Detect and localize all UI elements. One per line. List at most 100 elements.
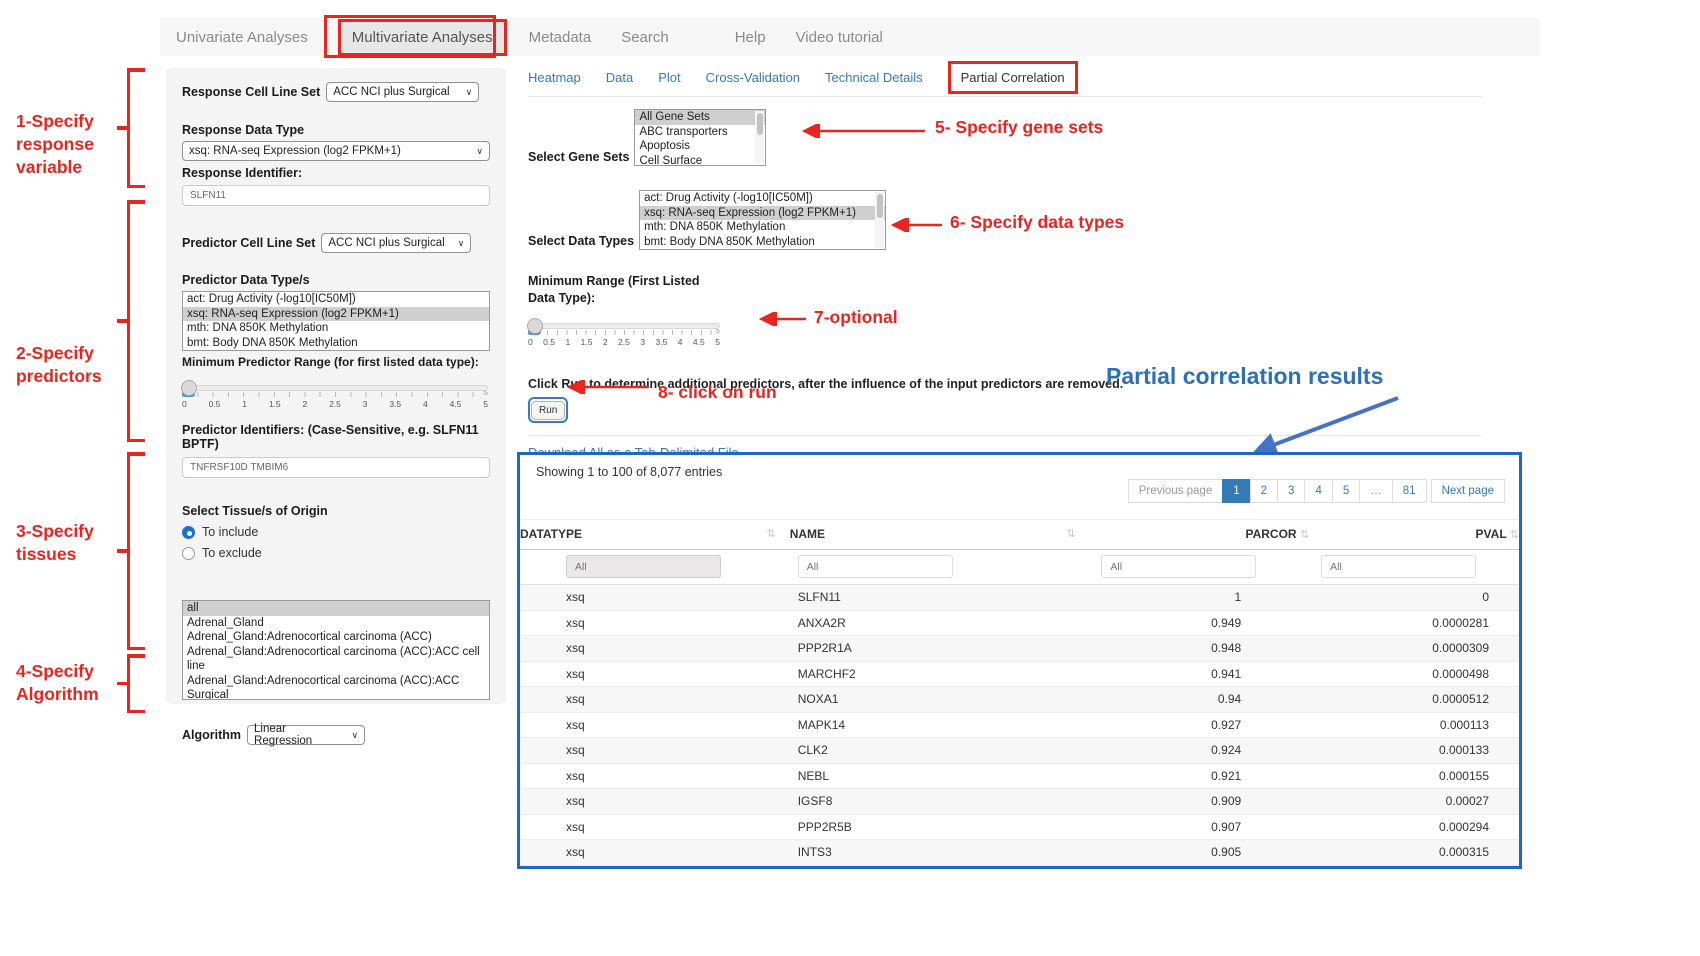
tissue-exclude-radio[interactable] [182,547,195,560]
sort-icon[interactable]: ⇅ [1066,527,1075,540]
filter-pval-input[interactable] [1321,555,1476,578]
list-option[interactable]: ABC transporters [635,125,765,140]
data-types-listbox[interactable]: act: Drug Activity (-log10[IC50M])xsq: R… [639,190,886,250]
page-button-1[interactable]: 1 [1222,479,1250,503]
table-row[interactable]: xsqMARCHF20.9410.0000498 [520,661,1519,687]
list-option[interactable]: xsq: RNA-seq Expression (log2 FPKM+1) [640,206,885,221]
page-ellipsis: … [1359,479,1393,503]
table-row[interactable]: xsqANXA2R0.9490.0000281 [520,610,1519,636]
nav-item-help[interactable]: Help [735,29,766,46]
tick-label: 2.5 [618,337,630,347]
annotation-step-7: 7-optional [814,307,898,328]
list-option[interactable]: act: Drug Activity (-log10[IC50M]) [640,191,885,206]
tissue-include-radio[interactable] [182,526,195,539]
table-row[interactable]: xsqINTS30.9050.000315 [520,840,1519,866]
predictor-identifiers-input[interactable] [182,457,490,478]
table-row[interactable]: xsqSLFN1110 [520,585,1519,611]
tab-data[interactable]: Data [606,70,633,85]
tick-label: 4 [678,337,683,347]
list-option[interactable]: act: Drug Activity (-log10[IC50M]) [183,292,489,307]
tick-label: 3.5 [389,399,401,409]
gene-sets-listbox[interactable]: All Gene SetsABC transportersApoptosisCe… [634,109,766,166]
algorithm-select[interactable]: Linear Regression [247,725,365,745]
chevron-down-icon [452,237,465,249]
tab-heatmap[interactable]: Heatmap [528,70,581,85]
list-option[interactable]: bmt: Body DNA 850K Methylation [183,336,489,351]
slider-handle[interactable] [527,318,543,334]
tab-technical-details[interactable]: Technical Details [825,70,923,85]
page-button-2[interactable]: 2 [1250,479,1278,503]
table-cell: 0.00027 [1309,789,1519,815]
previous-page-button[interactable]: Previous page [1128,479,1224,503]
response-data-type-select[interactable]: xsq: RNA-seq Expression (log2 FPKM+1) [182,141,490,161]
table-row[interactable]: xsqNOXA10.940.0000512 [520,687,1519,713]
page-button-4[interactable]: 4 [1304,479,1332,503]
table-row[interactable]: xsqNEBL0.9210.000155 [520,763,1519,789]
table-row[interactable]: xsqPPP2R1A0.9480.0000309 [520,636,1519,662]
column-header-name[interactable]: NAME⇅ [790,520,1090,550]
list-option[interactable]: All Gene Sets [635,110,765,125]
list-option[interactable]: Apoptosis [635,139,765,154]
filter-parcor-input[interactable] [1101,555,1256,578]
nav-item-univariate-analyses[interactable]: Univariate Analyses [176,29,308,46]
scrollbar[interactable] [755,111,764,164]
annotation-step-3: 3-Specify tissues [16,520,94,566]
page-button-3[interactable]: 3 [1277,479,1305,503]
min-range-slider[interactable]: 0 5 00.511.522.533.544.55 [528,323,720,347]
sort-icon[interactable]: ⇅ [767,527,776,540]
list-option[interactable]: all [183,601,489,616]
nav-item-multivariate-analyses[interactable]: Multivariate Analyses [338,19,507,56]
list-option[interactable]: bmt: Body DNA 850K Methylation [640,235,885,250]
next-page-button[interactable]: Next page [1431,479,1505,503]
list-option[interactable]: mth: DNA 850K Methylation [183,321,489,336]
annotation-step-8: 8- click on run [658,382,777,403]
list-option[interactable]: Adrenal_Gland:Adrenocortical carcinoma (… [183,645,489,674]
list-option[interactable]: Adrenal_Gland:Adrenocortical carcinoma (… [183,674,489,701]
column-header-pval[interactable]: PVAL ⇅ [1309,520,1519,550]
gene-sets-label: Select Gene Sets [528,150,629,166]
nav-item-video-tutorial[interactable]: Video tutorial [796,29,883,46]
slider-handle[interactable] [181,380,197,396]
nav-item-search[interactable]: Search [621,29,669,46]
red-arrow-optional [754,312,810,326]
response-identifier-input[interactable] [182,185,490,206]
list-option[interactable]: Cell Surface [635,154,765,167]
list-option[interactable]: xsq: RNA-seq Expression (log2 FPKM+1) [183,307,489,322]
sort-icon[interactable]: ⇅ [1300,529,1309,541]
tab-plot[interactable]: Plot [658,70,680,85]
column-header-datatype[interactable]: DATATYPE⇅ [520,520,790,550]
filter-datatype-input[interactable] [566,555,721,578]
table-cell: 1 [1089,585,1309,611]
annotation-step-6: 6- Specify data types [950,212,1124,233]
tissue-listbox[interactable]: allAdrenal_GlandAdrenal_Gland:Adrenocort… [182,600,490,700]
table-row[interactable]: xsqCLK20.9240.000133 [520,738,1519,764]
table-row[interactable]: xsqIGSF80.9090.00027 [520,789,1519,815]
list-option[interactable]: Adrenal_Gland [183,616,489,631]
response-cell-line-set-select[interactable]: ACC NCI plus Surgical [326,82,479,102]
predictor-data-types-listbox[interactable]: act: Drug Activity (-log10[IC50M])xsq: R… [182,291,490,351]
annotation-step-2: 2-Specify predictors [16,342,102,388]
page-button-5[interactable]: 5 [1332,479,1360,503]
list-option[interactable]: Adrenal_Gland:Adrenocortical carcinoma (… [183,630,489,645]
sort-icon[interactable]: ⇅ [1510,529,1519,541]
bracket-step-1 [127,68,144,188]
tissue-exclude-label: To exclude [202,546,262,560]
filter-name-input[interactable] [798,555,953,578]
min-predictor-range-slider[interactable]: 0 5 00.511.522.533.544.55 [182,385,488,409]
tab-partial-correlation[interactable]: Partial Correlation [948,61,1078,94]
table-cell: xsq [520,687,790,713]
table-cell: 0.905 [1089,840,1309,866]
page-button-81[interactable]: 81 [1392,479,1427,503]
table-row[interactable]: xsqPPP2R5B0.9070.000294 [520,814,1519,840]
scrollbar[interactable] [875,192,884,248]
table-cell: NOXA1 [790,687,1090,713]
predictor-cell-line-set-select[interactable]: ACC NCI plus Surgical [321,233,471,253]
run-button[interactable]: Run [531,401,565,420]
column-header-parcor[interactable]: PARCOR ⇅ [1089,520,1309,550]
nav-item-metadata[interactable]: Metadata [529,29,592,46]
tick-label: 4 [423,399,428,409]
list-option[interactable]: mth: DNA 850K Methylation [640,220,885,235]
table-row[interactable]: xsqMAPK140.9270.000113 [520,712,1519,738]
tick-label: 3 [363,399,368,409]
tab-cross-validation[interactable]: Cross-Validation [706,70,800,85]
